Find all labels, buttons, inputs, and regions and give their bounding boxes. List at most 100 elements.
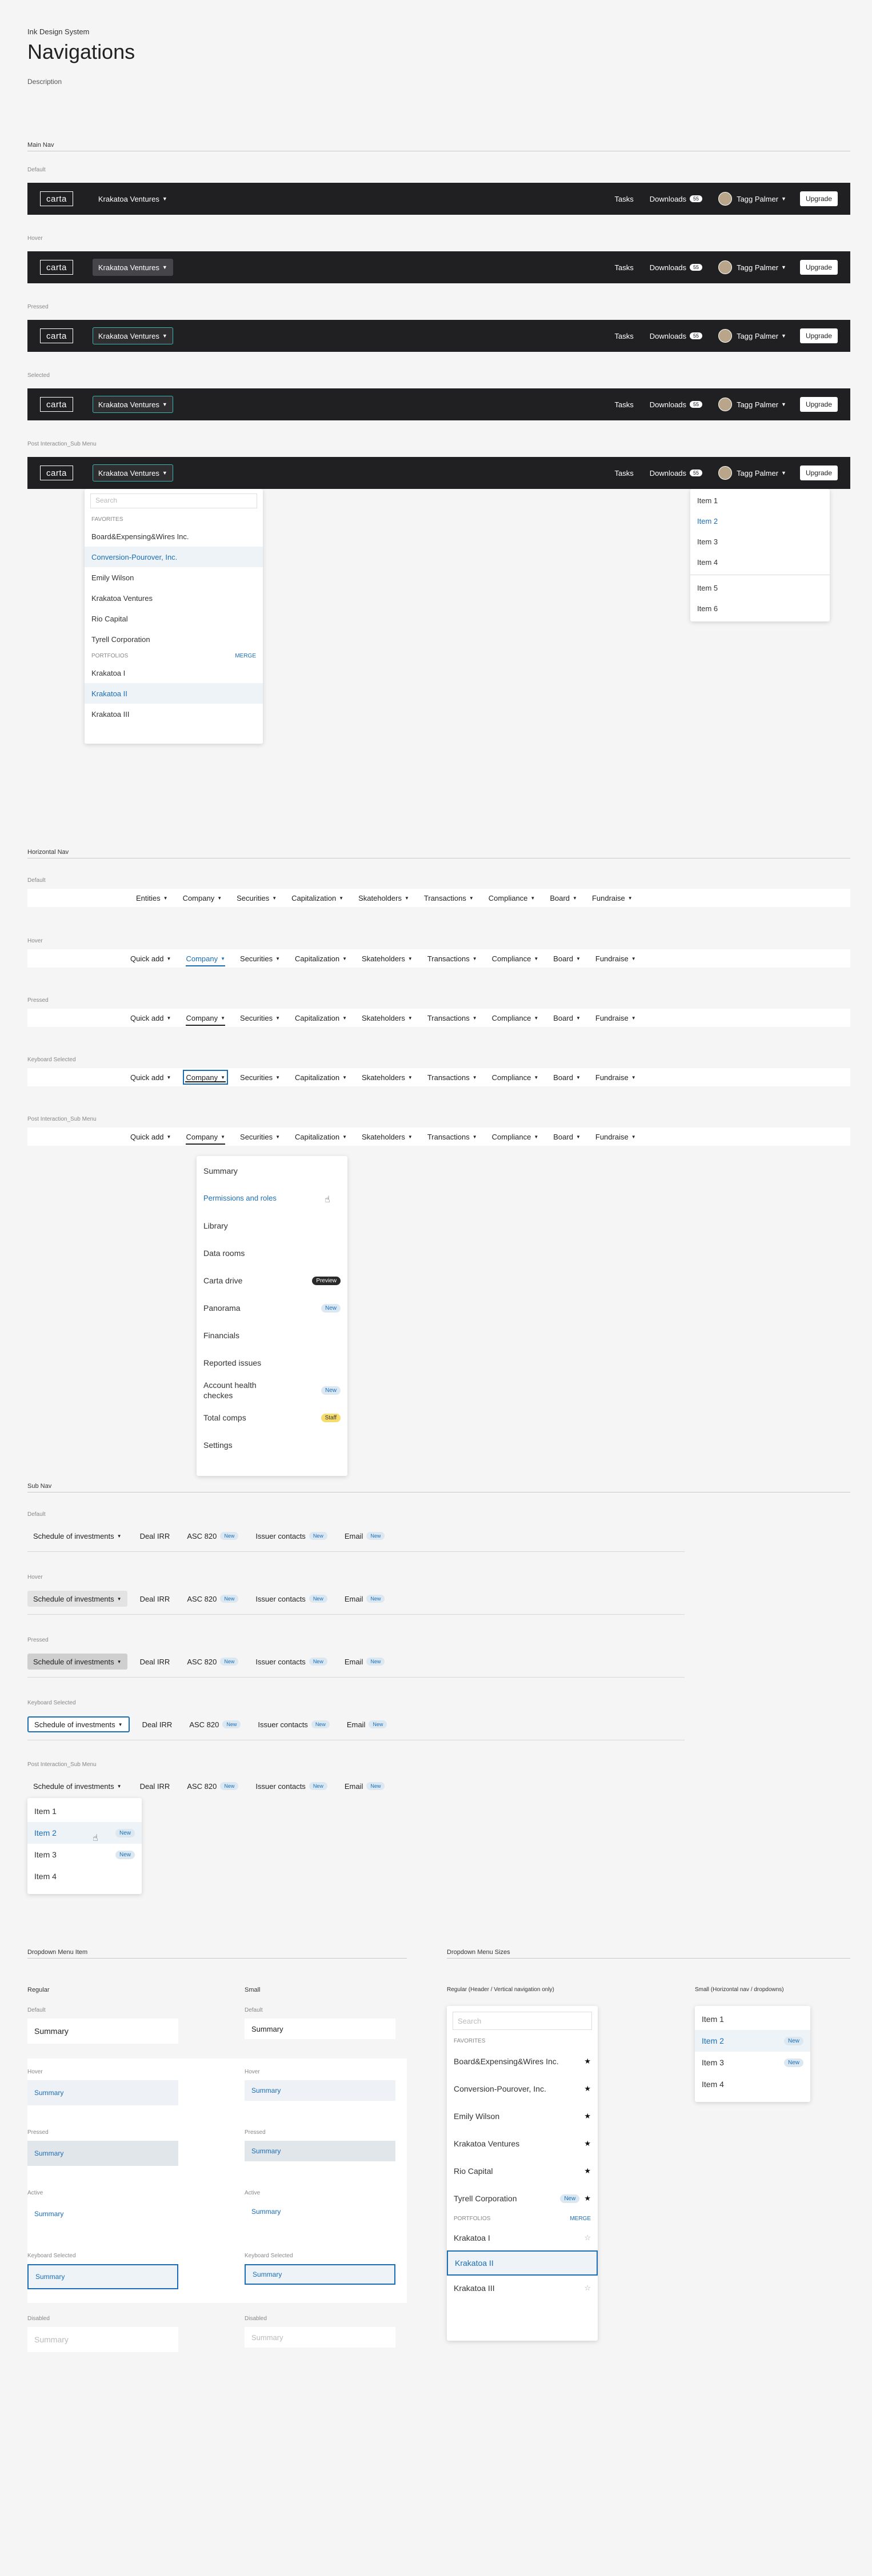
menu-item[interactable]: Item 4 — [27, 1865, 142, 1887]
user-menu-trigger[interactable]: Tagg Palmer ▼ — [718, 260, 786, 274]
fund-switcher[interactable]: Krakatoa Ventures ▼ — [92, 396, 173, 413]
horizontal-nav-item[interactable]: Capitalization ▼ — [295, 1127, 347, 1146]
downloads-link[interactable]: Downloads 55 — [650, 263, 703, 272]
horizontal-nav-item[interactable]: Board ▼ — [553, 949, 581, 968]
star-filled-icon[interactable]: ★ — [584, 2057, 591, 2066]
tasks-link[interactable]: Tasks — [614, 263, 633, 272]
horizontal-nav-item[interactable]: Quick add ▼ — [130, 1068, 171, 1086]
horizontal-nav-item[interactable]: Securities ▼ — [240, 949, 280, 968]
downloads-link[interactable]: Downloads 55 — [650, 195, 703, 203]
deal-irr-tab[interactable]: Deal IRR — [140, 1778, 170, 1794]
portfolio-menu-item[interactable]: Krakatoa III — [85, 704, 263, 724]
fund-switcher[interactable]: Krakatoa Ventures ▼ — [93, 190, 173, 207]
dropdown-menu-item-small[interactable]: Summary — [245, 2019, 395, 2039]
tasks-link[interactable]: Tasks — [614, 400, 633, 409]
dropdown-menu-item-regular[interactable]: Summary — [27, 2201, 178, 2226]
user-menu-trigger[interactable]: Tagg Palmer ▼ — [718, 398, 786, 411]
menu-item[interactable]: Item 1 — [27, 1800, 142, 1822]
menu-item[interactable]: Item 3 New — [695, 2052, 810, 2073]
menu-item[interactable]: Item 2 New — [695, 2030, 810, 2052]
horizontal-nav-item[interactable]: Board ▼ — [553, 1068, 581, 1086]
upgrade-button[interactable]: Upgrade — [799, 466, 838, 480]
horizontal-nav-item[interactable]: Board ▼ — [550, 889, 577, 907]
star-filled-icon[interactable]: ★ — [584, 2166, 591, 2176]
fund-menu-item[interactable]: Conversion-Pourover, Inc. — [85, 547, 263, 567]
issuer-contacts-tab[interactable]: Issuer contacts New — [255, 1591, 327, 1607]
company-menu-item[interactable]: Summary — [197, 1157, 347, 1185]
carta-logo[interactable]: carta — [40, 260, 73, 275]
email-tab[interactable]: Email New — [345, 1654, 385, 1670]
horizontal-nav-item[interactable]: Securities ▼ — [240, 1127, 280, 1146]
horizontal-nav-item[interactable]: Fundraise ▼ — [592, 889, 633, 907]
issuer-contacts-tab[interactable]: Issuer contacts New — [255, 1528, 327, 1544]
dropdown-menu-item-regular[interactable]: Summary — [27, 2264, 178, 2289]
horizontal-nav-item[interactable]: Skateholders ▼ — [358, 889, 409, 907]
favorite-item[interactable]: Emily Wilson ★ — [447, 2102, 598, 2130]
fund-menu-item[interactable]: Krakatoa Ventures — [85, 588, 263, 608]
user-menu-trigger[interactable]: Tagg Palmer ▼ — [718, 192, 786, 206]
horizontal-nav-item[interactable]: Company ▼ — [183, 1070, 229, 1085]
horizontal-nav-item[interactable]: Fundraise ▼ — [595, 1009, 636, 1027]
upgrade-button[interactable]: Upgrade — [799, 260, 838, 275]
carta-logo[interactable]: carta — [40, 466, 73, 480]
company-menu-item[interactable]: Total comps Staff — [197, 1404, 347, 1431]
favorite-item[interactable]: Krakatoa Ventures ★ — [447, 2130, 598, 2157]
asc-820-tab[interactable]: ASC 820 New — [187, 1591, 239, 1607]
portfolio-item[interactable]: Krakatoa III ☆ — [447, 2276, 598, 2301]
carta-logo[interactable]: carta — [40, 191, 73, 206]
issuer-contacts-tab[interactable]: Issuer contacts New — [255, 1778, 327, 1794]
company-menu-item[interactable]: Data rooms — [197, 1239, 347, 1267]
schedule-of-investments-tab[interactable]: Schedule of investments ▼ — [27, 1654, 127, 1670]
upgrade-button[interactable]: Upgrade — [799, 397, 838, 412]
portfolio-menu-item[interactable]: Krakatoa II — [85, 683, 263, 704]
merge-link[interactable]: MERGE — [235, 653, 256, 659]
horizontal-nav-item[interactable]: Company ▼ — [186, 949, 225, 968]
company-menu-item[interactable]: Library — [197, 1212, 347, 1239]
horizontal-nav-item[interactable]: Company ▼ — [186, 1127, 225, 1146]
schedule-of-investments-tab[interactable]: Schedule of investments ▼ — [27, 1716, 130, 1732]
search-input[interactable]: Search — [453, 2012, 592, 2030]
fund-menu-item[interactable]: Emily Wilson — [85, 567, 263, 588]
menu-item[interactable]: Item 4 — [695, 2073, 810, 2095]
horizontal-nav-item[interactable]: Transactions ▼ — [427, 1009, 477, 1027]
horizontal-nav-item[interactable]: Quick add ▼ — [130, 1009, 171, 1027]
deal-irr-tab[interactable]: Deal IRR — [140, 1654, 170, 1670]
horizontal-nav-item[interactable]: Company ▼ — [186, 1009, 225, 1027]
issuer-contacts-tab[interactable]: Issuer contacts New — [255, 1654, 327, 1670]
company-menu-item[interactable]: Settings — [197, 1431, 347, 1459]
dropdown-menu-item-regular[interactable]: Summary — [27, 2080, 178, 2105]
horizontal-nav-item[interactable]: Compliance ▼ — [492, 1009, 539, 1027]
favorite-item[interactable]: Rio Capital ★ — [447, 2157, 598, 2185]
dropdown-menu-item-small[interactable]: Summary — [245, 2201, 395, 2222]
horizontal-nav-item[interactable]: Securities ▼ — [240, 1068, 280, 1086]
user-menu-item[interactable]: Item 4 — [690, 552, 830, 572]
schedule-of-investments-tab[interactable]: Schedule of investments ▼ — [27, 1528, 127, 1544]
horizontal-nav-item[interactable]: Transactions ▼ — [427, 1068, 477, 1086]
horizontal-nav-item[interactable]: Skateholders ▼ — [362, 1127, 413, 1146]
user-menu-item[interactable]: Item 1 — [690, 490, 830, 511]
upgrade-button[interactable]: Upgrade — [799, 328, 838, 343]
menu-item[interactable]: Item 2 New — [27, 1822, 142, 1844]
asc-820-tab[interactable]: ASC 820 New — [187, 1778, 239, 1794]
carta-logo[interactable]: carta — [40, 328, 73, 343]
dropdown-menu-item-regular[interactable]: Summary — [27, 2141, 178, 2166]
email-tab[interactable]: Email New — [347, 1716, 387, 1732]
menu-item[interactable]: Item 1 — [695, 2008, 810, 2030]
star-outline-icon[interactable]: ☆ — [584, 2284, 591, 2293]
asc-820-tab[interactable]: ASC 820 New — [189, 1716, 241, 1732]
upgrade-button[interactable]: Upgrade — [799, 191, 838, 206]
schedule-of-investments-tab[interactable]: Schedule of investments ▼ — [27, 1778, 127, 1794]
tasks-link[interactable]: Tasks — [614, 332, 633, 340]
horizontal-nav-item[interactable]: Company ▼ — [183, 889, 222, 907]
merge-link[interactable]: MERGE — [570, 2216, 591, 2222]
horizontal-nav-item[interactable]: Fundraise ▼ — [595, 1127, 636, 1146]
menu-item[interactable]: Item 3 New — [27, 1844, 142, 1865]
fund-menu-item[interactable]: Rio Capital — [85, 608, 263, 629]
downloads-link[interactable]: Downloads 55 — [650, 400, 703, 409]
tasks-link[interactable]: Tasks — [614, 469, 633, 478]
portfolio-item[interactable]: Krakatoa II — [447, 2250, 598, 2276]
horizontal-nav-item[interactable]: Board ▼ — [553, 1127, 581, 1146]
fund-switcher[interactable]: Krakatoa Ventures ▼ — [92, 464, 173, 482]
deal-irr-tab[interactable]: Deal IRR — [142, 1716, 173, 1732]
asc-820-tab[interactable]: ASC 820 New — [187, 1528, 239, 1544]
